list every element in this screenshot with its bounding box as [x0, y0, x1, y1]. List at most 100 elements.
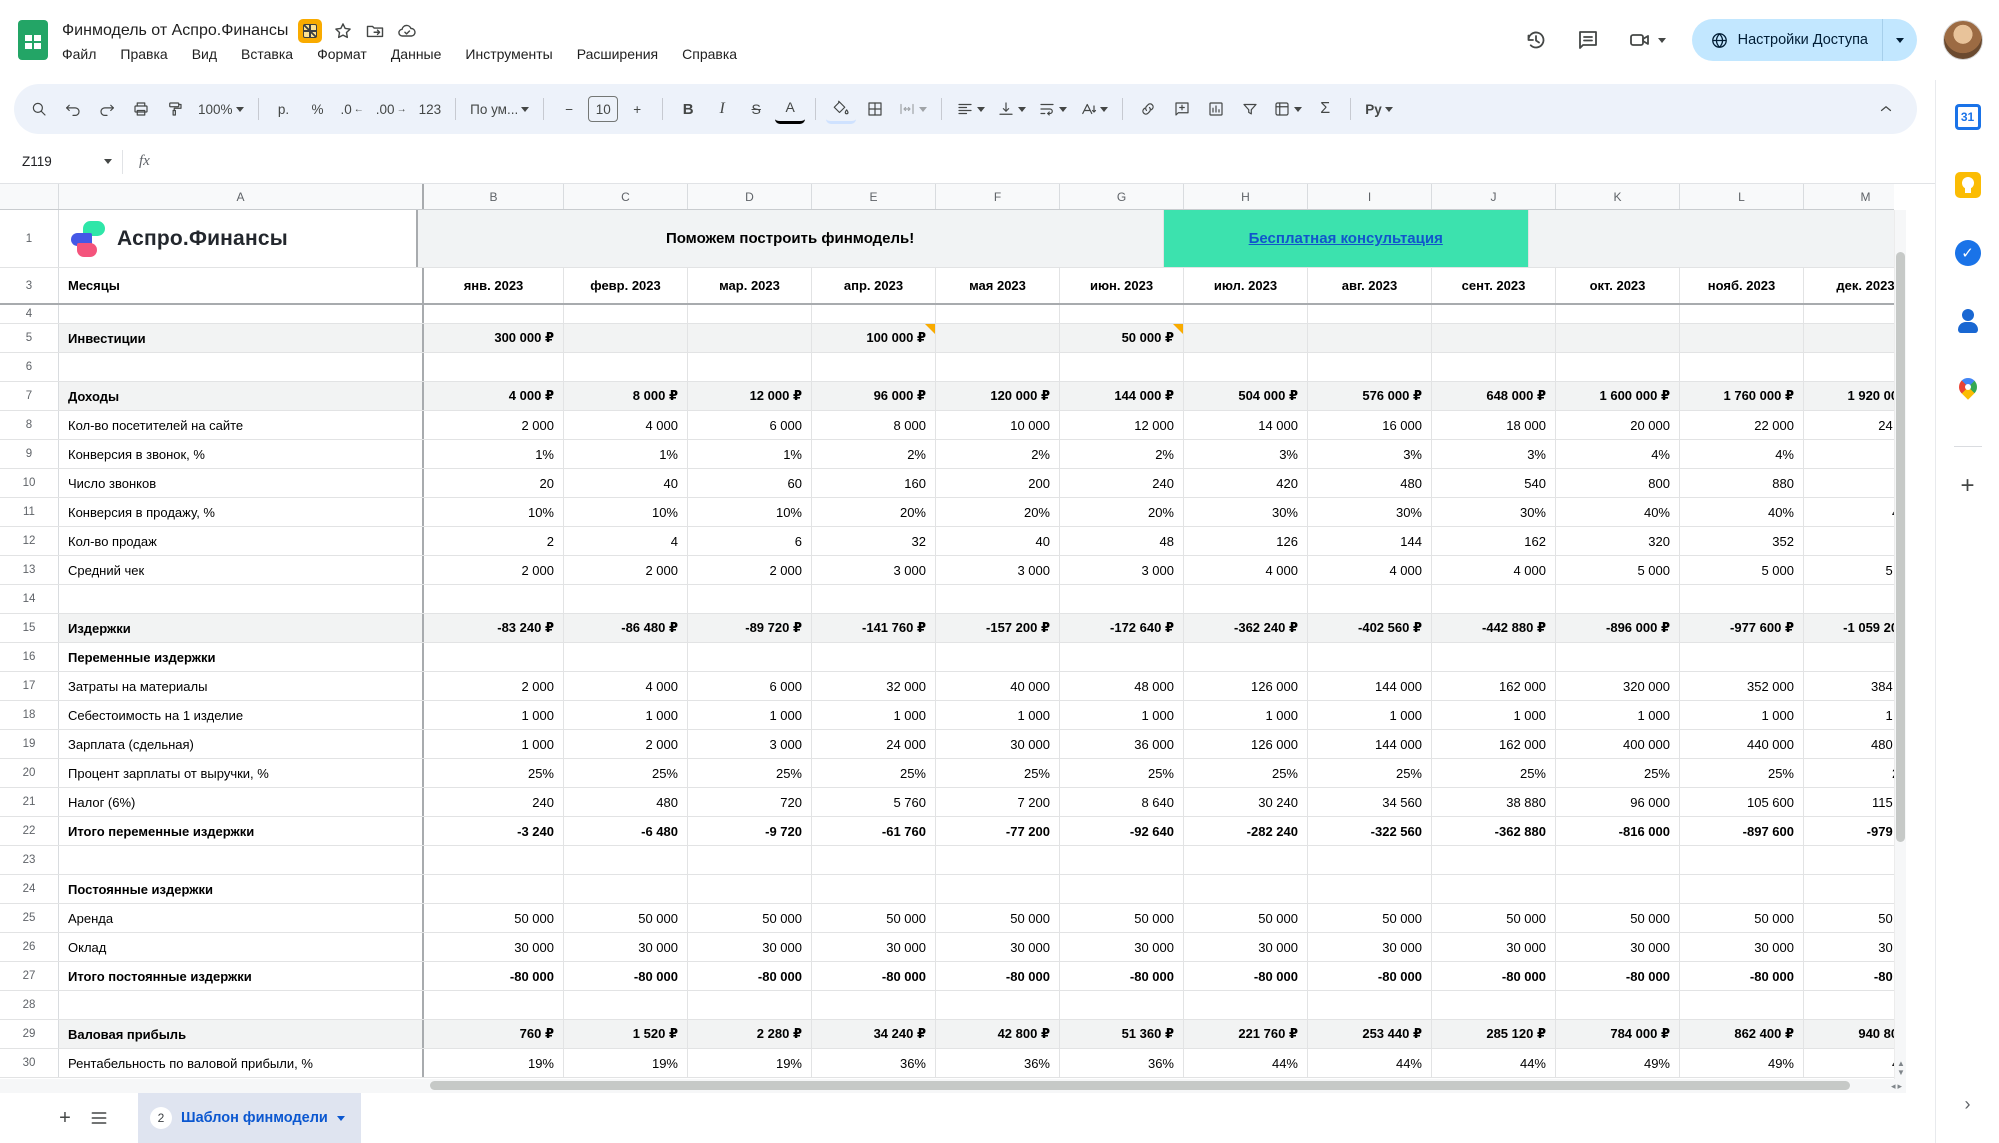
- cell[interactable]: 1 000: [424, 730, 564, 758]
- cell[interactable]: 50 000: [1060, 904, 1184, 932]
- cell[interactable]: -9 720: [688, 817, 812, 845]
- version-history-icon[interactable]: [1523, 27, 1549, 53]
- cell[interactable]: 19%: [688, 1049, 812, 1077]
- cell[interactable]: 30 000: [424, 933, 564, 961]
- cell[interactable]: [1060, 353, 1184, 381]
- cell[interactable]: Число звонков: [59, 469, 424, 497]
- cell[interactable]: [1804, 353, 1894, 381]
- cell[interactable]: 1 000: [564, 701, 688, 729]
- cell[interactable]: -80 000: [1556, 962, 1680, 990]
- cell[interactable]: 648 000 ₽: [1432, 382, 1556, 410]
- cell[interactable]: -80 000: [688, 962, 812, 990]
- cell[interactable]: 25%: [1308, 759, 1432, 787]
- cell[interactable]: 24 000: [1804, 411, 1894, 439]
- cell[interactable]: 10%: [424, 498, 564, 526]
- cell[interactable]: 30 000: [1184, 933, 1308, 961]
- cell[interactable]: [1184, 353, 1308, 381]
- cell[interactable]: [688, 324, 812, 352]
- cell[interactable]: мая 2023: [936, 268, 1060, 303]
- cell[interactable]: Аренда: [59, 904, 424, 932]
- cell[interactable]: [424, 353, 564, 381]
- cell[interactable]: 50 000: [424, 904, 564, 932]
- add-sheet-icon[interactable]: +: [48, 1101, 82, 1135]
- cell[interactable]: 240: [1060, 469, 1184, 497]
- cell[interactable]: 44%: [1308, 1049, 1432, 1077]
- star-icon[interactable]: [332, 20, 354, 42]
- sheet-tab-active[interactable]: 2 Шаблон финмодели: [138, 1093, 361, 1143]
- cell[interactable]: [1432, 324, 1556, 352]
- cell[interactable]: 4 000: [564, 672, 688, 700]
- cell[interactable]: [688, 875, 812, 903]
- cell[interactable]: июл. 2023: [1184, 268, 1308, 303]
- sheets-logo-icon[interactable]: [18, 20, 48, 60]
- cell[interactable]: [1680, 324, 1804, 352]
- cell[interactable]: 50 000: [936, 904, 1060, 932]
- cell[interactable]: 1 920 000 ₽: [1804, 382, 1894, 410]
- cell[interactable]: [1184, 324, 1308, 352]
- cell[interactable]: 2 000: [424, 672, 564, 700]
- cell[interactable]: 50 000 ₽: [1060, 324, 1184, 352]
- cell[interactable]: [424, 875, 564, 903]
- cell[interactable]: 1 000: [936, 701, 1060, 729]
- vertical-align-button[interactable]: [993, 94, 1030, 124]
- cell[interactable]: окт. 2023: [1556, 268, 1680, 303]
- search-icon[interactable]: [24, 94, 54, 124]
- cell[interactable]: 42 800 ₽: [936, 1020, 1060, 1048]
- menu-view[interactable]: Вид: [192, 46, 217, 62]
- row-header[interactable]: 6: [0, 353, 59, 381]
- menu-data[interactable]: Данные: [391, 46, 442, 62]
- cell[interactable]: -83 240 ₽: [424, 614, 564, 642]
- menu-extensions[interactable]: Расширения: [577, 46, 658, 62]
- cell[interactable]: 3 000: [936, 556, 1060, 584]
- cell[interactable]: 50 000: [1804, 904, 1894, 932]
- cell[interactable]: [1060, 585, 1184, 613]
- cell[interactable]: [424, 305, 564, 323]
- share-dropdown[interactable]: [1883, 19, 1917, 61]
- cell[interactable]: -61 760: [812, 817, 936, 845]
- cell[interactable]: 19%: [424, 1049, 564, 1077]
- column-header[interactable]: G: [1060, 184, 1184, 209]
- cell[interactable]: 48: [1060, 527, 1184, 555]
- column-header[interactable]: L: [1680, 184, 1804, 209]
- cell[interactable]: [1529, 210, 1894, 267]
- cell[interactable]: 25%: [1060, 759, 1184, 787]
- cell[interactable]: [1680, 353, 1804, 381]
- cell[interactable]: [1680, 875, 1804, 903]
- cell[interactable]: Доходы: [59, 382, 424, 410]
- cell[interactable]: дек. 2023: [1804, 268, 1894, 303]
- cell[interactable]: 1%: [564, 440, 688, 468]
- undo-button[interactable]: [58, 94, 88, 124]
- cell[interactable]: -80 000: [1432, 962, 1556, 990]
- cell[interactable]: [564, 991, 688, 1019]
- cell[interactable]: [424, 846, 564, 874]
- cell[interactable]: 576 000 ₽: [1308, 382, 1432, 410]
- cell[interactable]: [688, 846, 812, 874]
- cell[interactable]: [1432, 643, 1556, 671]
- cell[interactable]: -80 000: [1308, 962, 1432, 990]
- cell[interactable]: Налог (6%): [59, 788, 424, 816]
- cell[interactable]: [812, 991, 936, 1019]
- cell[interactable]: 50 000: [1184, 904, 1308, 932]
- cell[interactable]: 4%: [1804, 440, 1894, 468]
- cell[interactable]: [1556, 846, 1680, 874]
- cell[interactable]: 800: [1556, 469, 1680, 497]
- cell[interactable]: [59, 846, 424, 874]
- cell[interactable]: 32: [812, 527, 936, 555]
- column-header[interactable]: B: [424, 184, 564, 209]
- cell[interactable]: 50 000: [1680, 904, 1804, 932]
- font-select[interactable]: По ум...: [466, 94, 533, 124]
- cell[interactable]: нояб. 2023: [1680, 268, 1804, 303]
- cell[interactable]: [1804, 875, 1894, 903]
- cell[interactable]: 2%: [1060, 440, 1184, 468]
- cell[interactable]: [424, 643, 564, 671]
- meet-video-button[interactable]: [1627, 27, 1666, 53]
- cell[interactable]: 34 240 ₽: [812, 1020, 936, 1048]
- cell[interactable]: -89 720 ₽: [688, 614, 812, 642]
- cell[interactable]: 96 000 ₽: [812, 382, 936, 410]
- row-header[interactable]: 1: [0, 210, 59, 267]
- insert-link-button[interactable]: [1133, 94, 1163, 124]
- cell[interactable]: 162 000: [1432, 672, 1556, 700]
- cell[interactable]: 36%: [936, 1049, 1060, 1077]
- cell[interactable]: 144: [1308, 527, 1432, 555]
- cell[interactable]: 1 000: [1556, 701, 1680, 729]
